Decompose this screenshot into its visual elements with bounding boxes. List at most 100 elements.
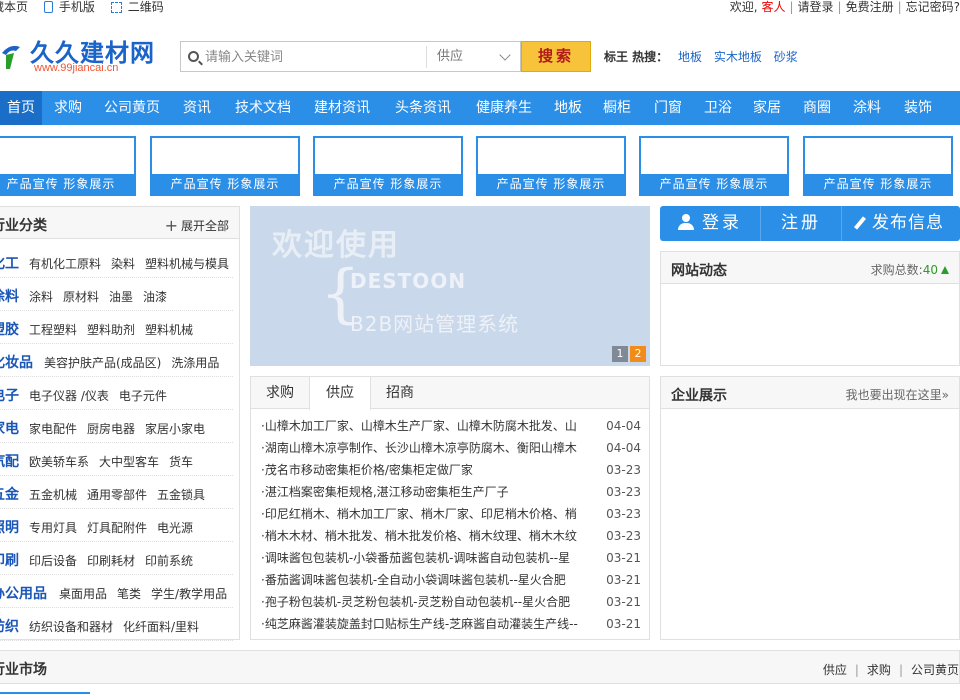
category-sub-link[interactable]: 原材料 <box>63 290 99 304</box>
category-sub-link[interactable]: 电子元件 <box>119 389 167 403</box>
hot-link[interactable]: 砂浆 <box>774 50 798 64</box>
nav-item[interactable]: 头条资讯 <box>382 91 464 125</box>
category-sub-link[interactable]: 电子仪器 /仪表 <box>29 389 109 403</box>
category-main-link[interactable]: 办公用品 <box>0 583 47 603</box>
category-sub-link[interactable]: 五金锁具 <box>157 488 205 502</box>
publish-button[interactable]: 发布信息 <box>842 206 960 241</box>
nav-item[interactable]: 装饰 <box>892 91 944 125</box>
category-sub-link[interactable]: 印前系统 <box>145 554 193 568</box>
market-link-companies[interactable]: 公司黄页 <box>911 663 959 677</box>
qrcode-link[interactable]: 二维码 <box>110 0 164 15</box>
category-sub-link[interactable]: 家电配件 <box>29 422 77 436</box>
news-list-item[interactable]: ·调味酱包包装机-小袋番茄酱包装机-调味酱自动包装机--星 03-21 <box>261 547 641 569</box>
category-sub-link[interactable]: 工程塑料 <box>29 323 77 337</box>
category-main-link[interactable]: 化妆品 <box>0 352 33 372</box>
news-list-item[interactable]: ·湛江档案密集柜规格,湛江移动密集柜生产厂子 03-23 <box>261 481 641 503</box>
news-list-item[interactable]: ·山樟木加工厂家、山樟木生产厂家、山樟木防腐木批发、山 04-04 <box>261 415 641 437</box>
category-main-link[interactable]: 五金 <box>0 484 19 504</box>
nav-item[interactable]: 商圈 <box>792 91 842 125</box>
tab-supply[interactable]: 供应 <box>309 377 371 410</box>
category-sub-link[interactable]: 涂料 <box>29 290 53 304</box>
slide-page-button[interactable]: 1 <box>612 346 628 362</box>
ad-banner[interactable]: 产品宣传 形象展示 <box>803 136 953 196</box>
nav-item[interactable]: 门窗 <box>642 91 694 125</box>
slideshow[interactable]: 欢迎使用 { DESTOON B2B网站管理系统 12 <box>250 206 650 366</box>
news-list-item[interactable]: ·湖南山樟木凉亭制作、长沙山樟木凉亭防腐木、衡阳山樟木 04-04 <box>261 437 641 459</box>
search-button[interactable]: 搜索 <box>521 41 591 72</box>
category-sub-link[interactable]: 染料 <box>111 257 135 271</box>
category-sub-link[interactable]: 塑料助剂 <box>87 323 135 337</box>
category-main-link[interactable]: 印刷 <box>0 550 19 570</box>
market-link-supply[interactable]: 供应 <box>823 663 847 677</box>
tab-buy[interactable]: 求购 <box>251 377 309 409</box>
category-sub-link[interactable]: 纺织设备和器材 <box>29 620 113 634</box>
site-logo[interactable]: 久久建材网 www.99jiancai.cn <box>0 33 170 77</box>
nav-item[interactable]: 资讯 <box>170 91 224 125</box>
category-sub-link[interactable]: 大中型客车 <box>99 455 159 469</box>
category-main-link[interactable]: 涂料 <box>0 286 19 306</box>
category-sub-link[interactable]: 学生/教学用品 <box>151 587 227 601</box>
nav-item[interactable]: 橱柜 <box>592 91 642 125</box>
hot-link[interactable]: 实木地板 <box>714 50 762 64</box>
mobile-link[interactable]: 手机版 <box>43 0 95 15</box>
category-sub-link[interactable]: 塑料机械与模具 <box>145 257 229 271</box>
category-sub-link[interactable]: 厨房电器 <box>87 422 135 436</box>
nav-item-home[interactable]: 首页 <box>0 91 42 125</box>
showcase-join-link[interactable]: 我也要出现在这里» <box>846 386 949 403</box>
category-sub-link[interactable]: 有机化工原料 <box>29 257 101 271</box>
tab-invest[interactable]: 招商 <box>371 377 429 409</box>
category-sub-link[interactable]: 灯具配附件 <box>87 521 147 535</box>
forgot-password-link[interactable]: 忘记密码? <box>906 0 960 14</box>
expand-all-button[interactable]: + 展开全部 <box>165 216 229 235</box>
category-sub-link[interactable]: 笔类 <box>117 587 141 601</box>
nav-item[interactable]: 健康养生 <box>464 91 544 125</box>
category-sub-link[interactable]: 专用灯具 <box>29 521 77 535</box>
category-sub-link[interactable]: 美容护肤产品(成品区) <box>44 356 161 370</box>
category-sub-link[interactable]: 油墨 <box>109 290 133 304</box>
bookmark-link[interactable]: 藏本页 <box>0 0 28 15</box>
news-list-item[interactable]: ·梢木木材、梢木批发、梢木批发价格、梢木纹理、梢木木纹 03-23 <box>261 525 641 547</box>
category-sub-link[interactable]: 通用零部件 <box>87 488 147 502</box>
search-input[interactable] <box>205 48 425 66</box>
category-sub-link[interactable]: 家居小家电 <box>145 422 205 436</box>
ad-banner[interactable]: 产品宣传 形象展示 <box>476 136 626 196</box>
category-sub-link[interactable]: 货车 <box>169 455 193 469</box>
news-list-item[interactable]: ·茂名市移动密集柜价格/密集柜定做厂家 03-23 <box>261 459 641 481</box>
nav-item[interactable]: 家居 <box>742 91 792 125</box>
search-type-select[interactable]: 供应 <box>426 46 521 68</box>
category-sub-link[interactable]: 五金机械 <box>29 488 77 502</box>
login-button[interactable]: 登录 <box>660 206 760 241</box>
news-list-item[interactable]: ·印尼红梢木、梢木加工厂家、梢木厂家、印尼梢木价格、梢 03-23 <box>261 503 641 525</box>
category-sub-link[interactable]: 化纤面料/里料 <box>123 620 199 634</box>
category-sub-link[interactable]: 电光源 <box>157 521 193 535</box>
hot-link[interactable]: 地板 <box>678 50 702 64</box>
category-sub-link[interactable]: 欧美轿车系 <box>29 455 89 469</box>
ad-banner[interactable]: 产品宣传 形象展示 <box>0 136 136 196</box>
ad-banner[interactable]: 产品宣传 形象展示 <box>150 136 300 196</box>
category-sub-link[interactable]: 油漆 <box>143 290 167 304</box>
register-link[interactable]: 免费注册 <box>846 0 894 14</box>
nav-item[interactable]: 公司黄页 <box>94 91 170 125</box>
category-sub-link[interactable]: 印刷耗材 <box>87 554 135 568</box>
category-main-link[interactable]: 照明 <box>0 517 19 537</box>
slide-page-button[interactable]: 2 <box>630 346 646 362</box>
nav-item[interactable]: 涂料 <box>842 91 892 125</box>
category-main-link[interactable]: 汽配 <box>0 451 19 471</box>
category-main-link[interactable]: 纺织 <box>0 616 19 636</box>
ad-banner[interactable]: 产品宣传 形象展示 <box>639 136 789 196</box>
nav-item[interactable]: 求购 <box>42 91 94 125</box>
category-main-link[interactable]: 电子 <box>0 385 19 405</box>
nav-item[interactable]: 建材资讯 <box>302 91 382 125</box>
news-list-item[interactable]: ·纯芝麻酱灌装旋盖封口贴标生产线-芝麻酱自动灌装生产线-- 03-21 <box>261 613 641 635</box>
market-link-buy[interactable]: 求购 <box>867 663 891 677</box>
category-main-link[interactable]: 化工 <box>0 253 19 273</box>
login-link[interactable]: 请登录 <box>798 0 834 14</box>
category-sub-link[interactable]: 印后设备 <box>29 554 77 568</box>
category-sub-link[interactable]: 塑料机械 <box>145 323 193 337</box>
ad-banner[interactable]: 产品宣传 形象展示 <box>313 136 463 196</box>
news-list-item[interactable]: ·番茄酱调味酱包装机-全自动小袋调味酱包装机--星火合肥 03-21 <box>261 569 641 591</box>
nav-item[interactable]: 技术文档 <box>224 91 302 125</box>
category-main-link[interactable]: 家电 <box>0 418 19 438</box>
news-list-item[interactable]: ·孢子粉包装机-灵芝粉包装机-灵芝粉自动包装机--星火合肥 03-21 <box>261 591 641 613</box>
nav-item[interactable]: 地板 <box>544 91 592 125</box>
